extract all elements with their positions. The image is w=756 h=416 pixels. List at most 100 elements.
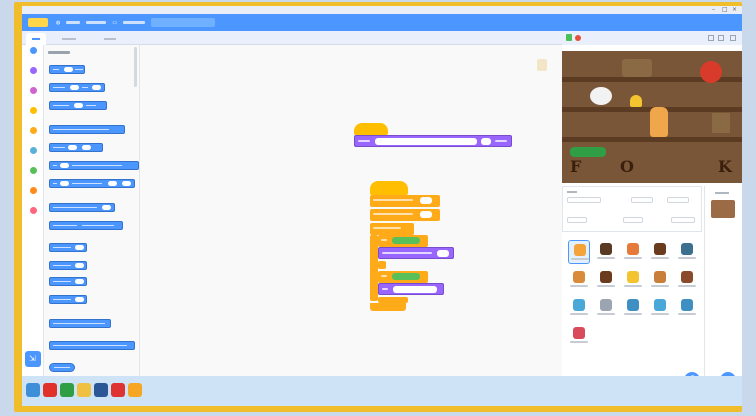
small-stage-icon[interactable]	[708, 35, 714, 41]
sprite-thumbnail[interactable]	[568, 240, 590, 264]
sprite-thumbnail[interactable]	[622, 296, 644, 320]
palette-block[interactable]	[49, 83, 105, 92]
sprite-size-input[interactable]	[623, 217, 643, 223]
extension-button[interactable]: ⇲	[25, 351, 41, 367]
fullscreen-icon[interactable]	[730, 35, 736, 41]
category-looks[interactable]	[26, 67, 40, 87]
sprite-thumbnail-image	[681, 271, 693, 283]
when-flag-clicked-block[interactable]	[370, 181, 408, 195]
when-flag-clicked-block[interactable]	[354, 123, 388, 135]
if-block-arm	[378, 261, 386, 269]
palette-block[interactable]	[49, 143, 103, 152]
sprite-thumbnail-image	[654, 243, 666, 255]
palette-scrollbar[interactable]	[134, 47, 137, 87]
sprite-name-input[interactable]	[567, 197, 601, 203]
palette-block[interactable]	[49, 65, 85, 74]
cat-sprite[interactable]	[650, 107, 668, 137]
globe-icon[interactable]: ◍	[56, 20, 60, 26]
palette-block[interactable]	[49, 203, 115, 212]
category-variables[interactable]	[26, 187, 40, 207]
sprite-thumbnail[interactable]	[595, 240, 617, 264]
looks-say-block[interactable]	[354, 135, 512, 147]
sprite-thumbnail-image	[574, 244, 586, 256]
tutorials-icon[interactable]: ▭	[112, 20, 117, 26]
menu-file[interactable]	[66, 21, 81, 24]
sprite-x-input[interactable]	[631, 197, 653, 203]
sprite-y-input[interactable]	[667, 197, 689, 203]
category-motion[interactable]	[26, 47, 40, 67]
large-stage-icon[interactable]	[718, 35, 724, 41]
sprite-thumbnail[interactable]	[649, 296, 671, 320]
sprite-thumbnail[interactable]	[622, 240, 644, 264]
if-block[interactable]	[378, 271, 428, 283]
category-control[interactable]	[26, 127, 40, 147]
palette-block[interactable]	[49, 101, 107, 110]
sprite-thumbnail-image	[654, 271, 666, 283]
control-block[interactable]	[370, 209, 440, 221]
menu-tutorials[interactable]	[123, 21, 146, 24]
palette-block[interactable]	[49, 243, 87, 252]
category-events[interactable]	[26, 107, 40, 127]
palette-block[interactable]	[49, 295, 87, 304]
maximize-icon[interactable]: □	[722, 6, 728, 14]
palette-block[interactable]	[49, 221, 123, 230]
word-icon[interactable]	[94, 383, 108, 397]
green-flag-icon[interactable]	[566, 34, 572, 41]
category-sound[interactable]	[26, 87, 40, 107]
palette-block[interactable]	[49, 125, 125, 134]
scratch-logo[interactable]	[28, 18, 48, 27]
minimize-icon[interactable]: –	[712, 6, 715, 14]
looks-say-block[interactable]	[378, 283, 444, 295]
sprite-thumbnail[interactable]	[568, 268, 590, 292]
stop-icon[interactable]	[575, 35, 581, 41]
close-icon[interactable]: ×	[732, 6, 737, 14]
stage-canvas[interactable]: F O K	[562, 51, 742, 183]
chrome-icon[interactable]	[60, 383, 74, 397]
palette-block[interactable]	[49, 261, 87, 270]
sprite-thumbnail[interactable]	[595, 296, 617, 320]
pdf-icon[interactable]	[111, 383, 125, 397]
category-myblocks[interactable]	[26, 207, 40, 227]
sprite-thumbnail[interactable]	[595, 268, 617, 292]
looks-block[interactable]	[378, 247, 454, 259]
palette-block[interactable]	[49, 179, 135, 188]
sprite-thumbnail[interactable]	[676, 240, 698, 264]
sprite-thumbnail[interactable]	[676, 268, 698, 292]
menu-edit[interactable]	[86, 21, 107, 24]
control-block[interactable]	[370, 195, 440, 207]
if-block[interactable]	[378, 235, 428, 247]
windows-start-icon[interactable]	[26, 383, 40, 397]
palette-block[interactable]	[49, 341, 135, 350]
category-sensing[interactable]	[26, 147, 40, 167]
stage-backdrop-panel	[704, 186, 742, 376]
project-title-input[interactable]	[151, 18, 216, 27]
file-explorer-icon[interactable]	[77, 383, 91, 397]
palette-block[interactable]	[49, 319, 111, 328]
backdrop-thumbnail[interactable]	[711, 200, 735, 218]
sprite-direction-input[interactable]	[671, 217, 695, 223]
sprite-thumbnail[interactable]	[649, 240, 671, 264]
sprite-thumbnail-image	[681, 299, 693, 311]
sprite-thumbnail[interactable]	[568, 324, 590, 348]
palette-block[interactable]	[49, 161, 139, 170]
sprite-thumbnail[interactable]	[568, 296, 590, 320]
tab-code[interactable]	[26, 33, 46, 45]
tab-sounds[interactable]	[98, 33, 126, 45]
sprite-info-panel	[562, 186, 702, 232]
sprite-show-toggle[interactable]	[567, 217, 587, 223]
opera-icon[interactable]	[43, 383, 57, 397]
stage-letter-k: K	[718, 157, 732, 176]
category-operators[interactable]	[26, 167, 40, 187]
sprite-thumbnail[interactable]	[676, 296, 698, 320]
forever-block-foot	[370, 303, 406, 311]
stage-letter-f: F	[570, 157, 582, 176]
scratch-icon[interactable]	[128, 383, 142, 397]
tab-costumes[interactable]	[56, 33, 88, 45]
palette-block[interactable]	[49, 277, 87, 286]
sprite-thumbnail[interactable]	[622, 268, 644, 292]
stage-bell-prop	[630, 95, 642, 107]
forever-block[interactable]	[370, 223, 414, 235]
palette-reporter[interactable]	[49, 363, 75, 372]
sprite-list	[562, 232, 702, 376]
sprite-thumbnail[interactable]	[649, 268, 671, 292]
